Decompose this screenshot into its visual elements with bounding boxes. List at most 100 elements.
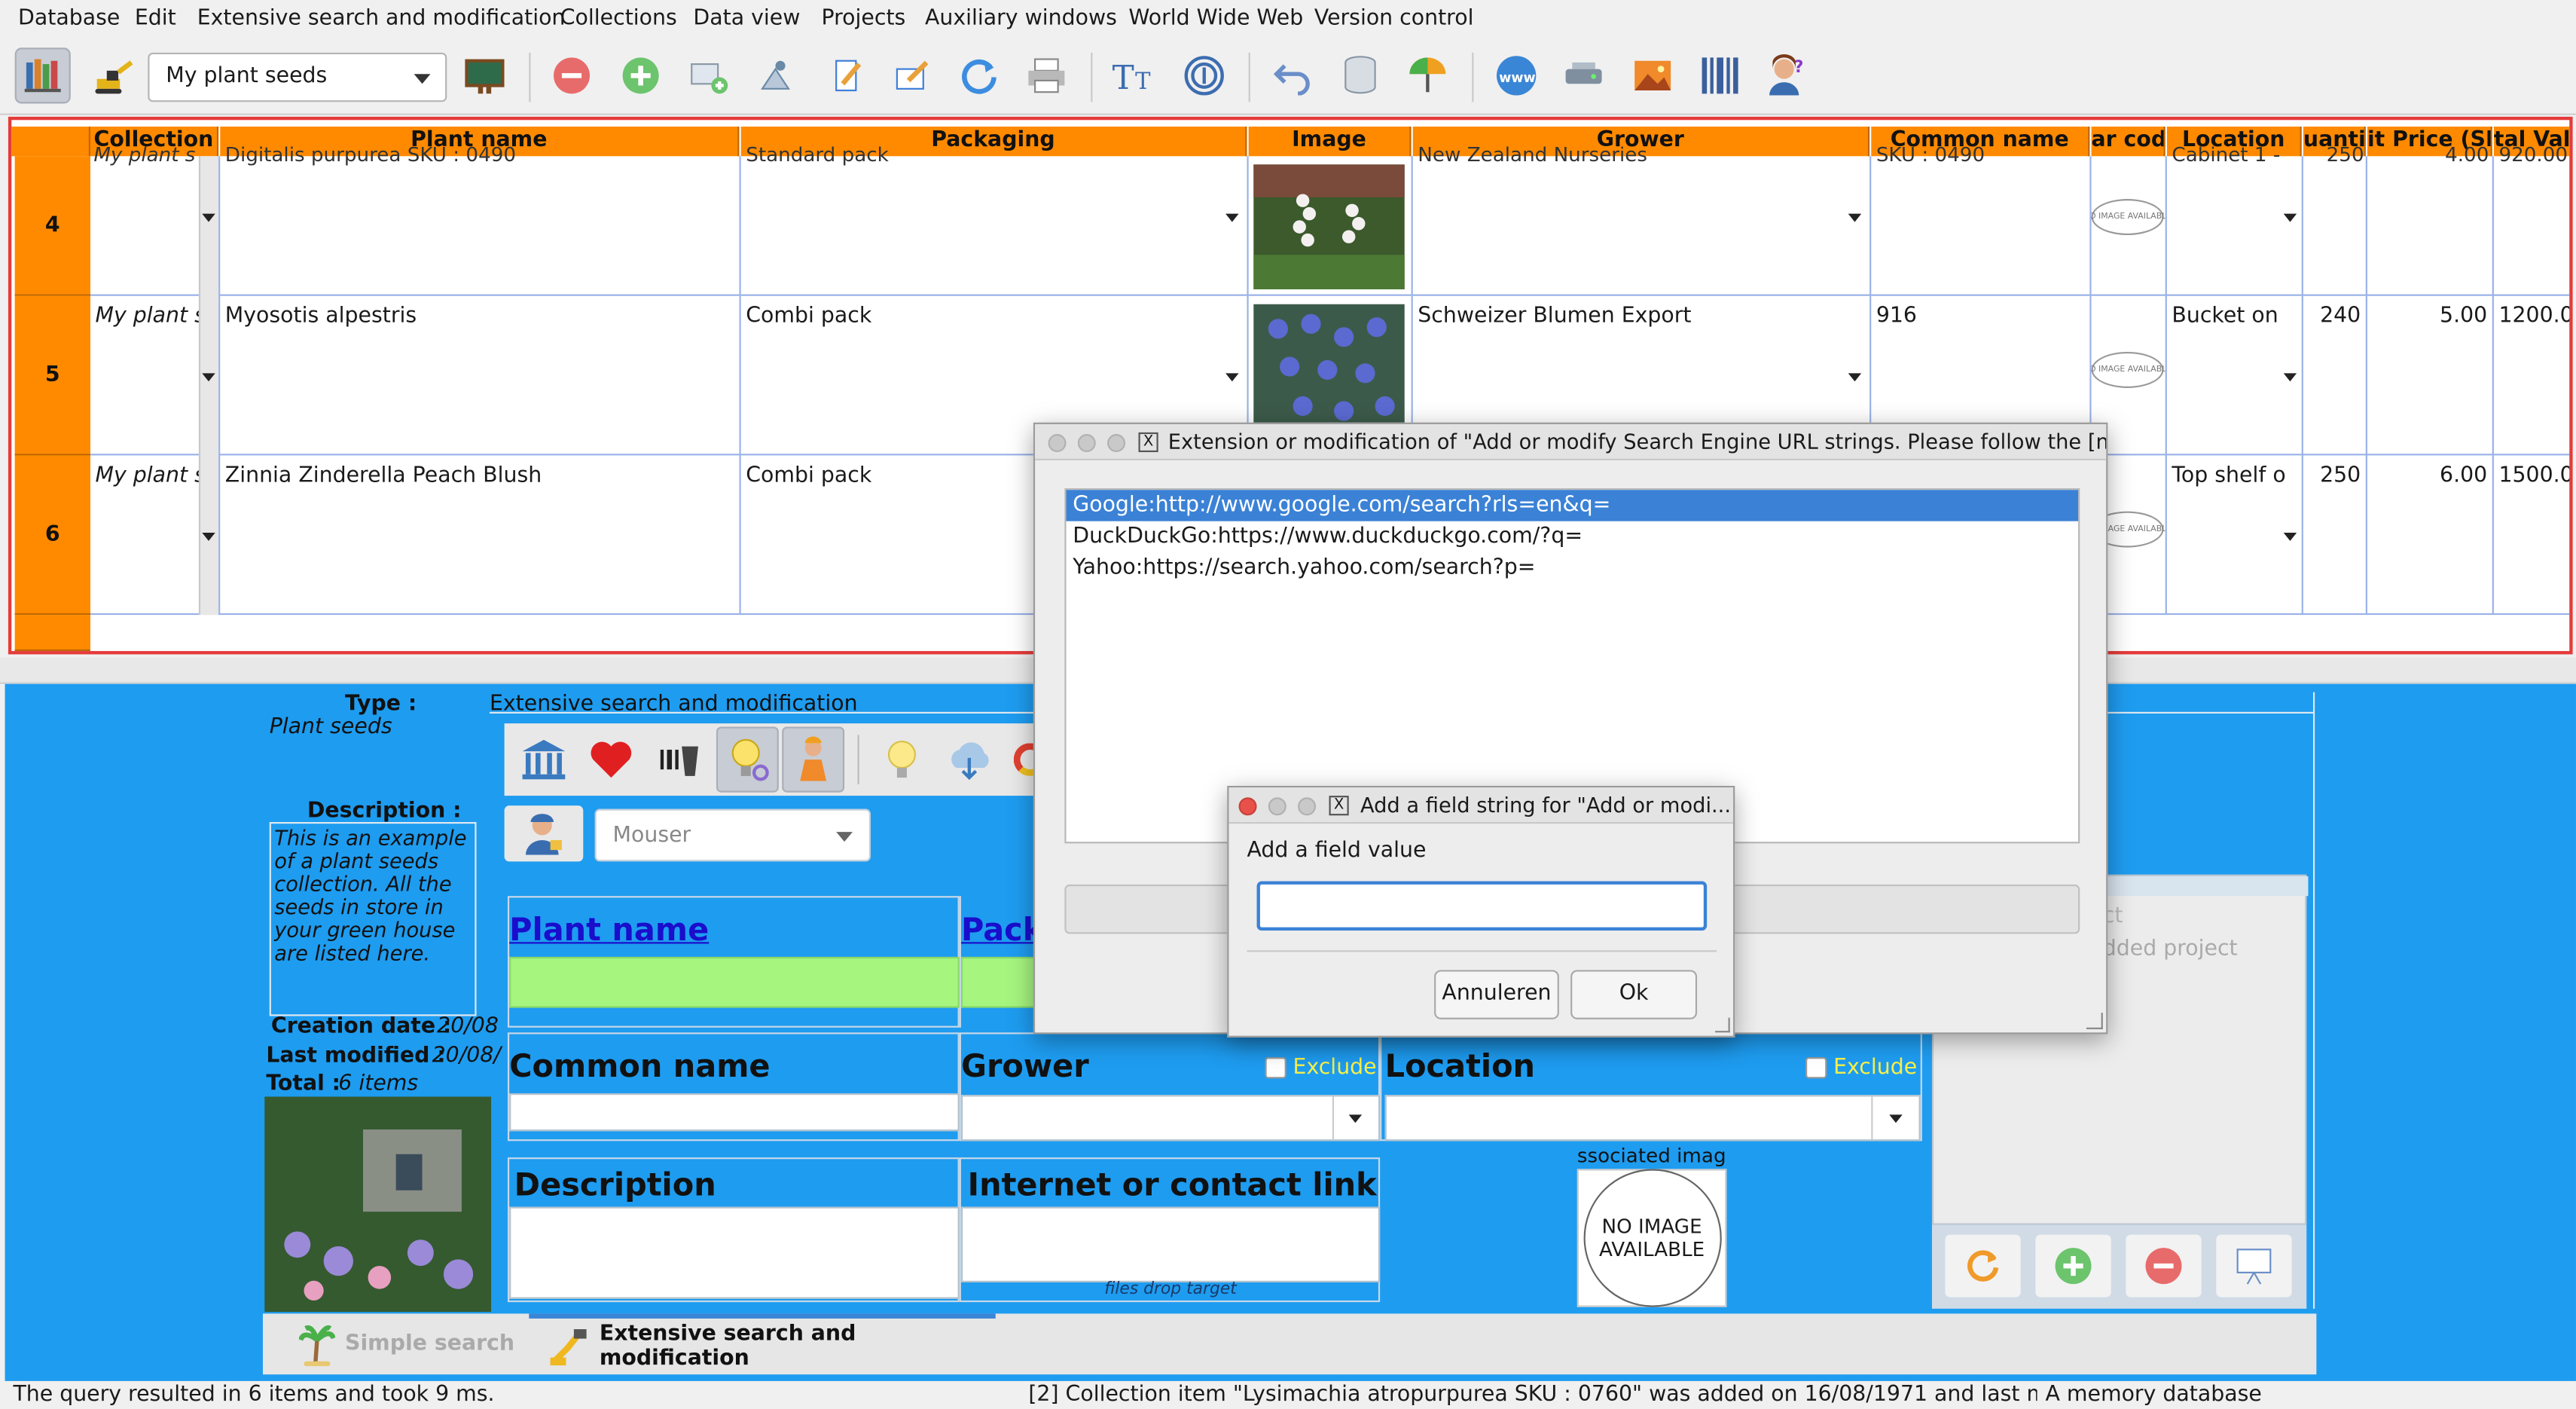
grower-search-select[interactable]	[960, 1095, 1381, 1142]
collection-cell-scrollbar[interactable]	[198, 156, 219, 616]
add-media-icon[interactable]	[680, 47, 736, 103]
menu-collections[interactable]: Collections	[560, 7, 677, 32]
barcode-scanner-icon[interactable]	[649, 730, 709, 790]
associated-image[interactable]: NO IMAGE AVAILABLE	[1576, 1169, 1727, 1307]
umbrella-icon[interactable]	[1399, 47, 1455, 103]
chevron-down-icon[interactable]	[1225, 213, 1239, 222]
internet-link-search-input[interactable]	[960, 1206, 1381, 1282]
table-row-6-plant-name[interactable]: Zinnia Zinderella Peach Blush	[220, 455, 741, 616]
edit-alt-icon[interactable]	[884, 47, 939, 103]
barcode-icon[interactable]	[1692, 47, 1748, 103]
heart-icon[interactable]	[581, 730, 641, 790]
menu-data-view[interactable]: Data view	[693, 7, 800, 32]
table-row-4-bar-code[interactable]: NO IMAGE AVAILABLE	[2091, 156, 2167, 296]
location-search-select[interactable]	[1384, 1095, 1921, 1142]
column-header-image[interactable]: Image	[1248, 127, 1412, 157]
refresh-icon[interactable]	[951, 47, 1007, 103]
museum-icon[interactable]	[514, 730, 574, 790]
lightbulb-gear-icon[interactable]	[716, 726, 779, 793]
collection-select[interactable]: My plant seeds	[148, 52, 447, 102]
chevron-down-icon[interactable]	[2283, 532, 2297, 541]
table-row-5-quantity[interactable]: 240	[2303, 295, 2367, 456]
resize-grip-icon[interactable]	[1715, 1017, 1730, 1033]
menu-world-wide-web[interactable]: World Wide Web	[1128, 7, 1303, 32]
chevron-down-icon[interactable]	[1225, 373, 1239, 382]
table-row-4-common-name[interactable]	[1871, 156, 2092, 296]
database-icon[interactable]	[1332, 47, 1388, 103]
remove-icon[interactable]	[544, 47, 600, 103]
lightbulb-icon[interactable]	[872, 730, 932, 790]
menu-edit[interactable]: Edit	[135, 7, 176, 32]
user-select[interactable]: Mouser	[594, 808, 871, 862]
column-header-bar-code[interactable]: ar cod	[2091, 127, 2165, 157]
packaging-search-input[interactable]	[960, 956, 1036, 1008]
remove-icon[interactable]	[2126, 1234, 2202, 1297]
packaging-search-label[interactable]: Pack	[961, 912, 1043, 949]
menu-version-control[interactable]: Version control	[1314, 7, 1474, 32]
grower-exclude-checkbox[interactable]: Exclude	[1265, 1056, 1377, 1080]
plant-name-search-input[interactable]	[509, 956, 960, 1008]
worker-icon[interactable]	[782, 726, 845, 793]
location-exclude-checkbox[interactable]: Exclude	[1805, 1056, 1917, 1080]
tab-extensive-search[interactable]: Extensive search and modification	[529, 1313, 996, 1374]
description-search-input[interactable]	[509, 1206, 960, 1299]
chevron-down-icon[interactable]	[1848, 373, 1862, 382]
table-row-6-price[interactable]: 6.00	[2367, 455, 2494, 616]
close-dot-icon[interactable]	[1048, 434, 1067, 453]
menu-auxiliary-windows[interactable]: Auxiliary windows	[925, 7, 1117, 32]
resize-grip-icon[interactable]	[2086, 1013, 2103, 1029]
satellite-icon[interactable]	[747, 47, 803, 103]
edit-icon[interactable]	[819, 47, 875, 103]
cancel-button[interactable]: Annuleren	[1434, 970, 1559, 1019]
field-value-input[interactable]	[1256, 881, 1708, 931]
user-icon[interactable]	[504, 805, 584, 862]
table-row-6-quantity[interactable]: 250	[2303, 455, 2367, 616]
row-header-4[interactable]: 4	[14, 156, 90, 296]
table-row-5-total[interactable]: 1200.00	[2493, 296, 2570, 456]
books-icon[interactable]	[14, 47, 71, 104]
table-row-6-total[interactable]: 1500.00	[2493, 455, 2570, 616]
maximize-dot-icon[interactable]	[1298, 797, 1317, 816]
image-icon[interactable]	[1625, 47, 1680, 103]
plant-name-search-label[interactable]: Plant name	[509, 912, 709, 949]
fingerprint-icon[interactable]	[1177, 47, 1232, 103]
print-icon[interactable]	[1018, 47, 1074, 103]
maximize-dot-icon[interactable]	[1107, 434, 1126, 453]
presentation-icon[interactable]	[2216, 1234, 2292, 1297]
tab-simple-search[interactable]: Simple search	[263, 1313, 526, 1374]
menu-database[interactable]: Database	[18, 7, 120, 32]
table-row-4-image[interactable]	[1248, 156, 1413, 296]
table-row-4-total[interactable]	[2493, 156, 2570, 296]
common-name-search-input[interactable]	[509, 1093, 960, 1132]
table-row-4-plant-name[interactable]	[220, 156, 741, 296]
row-header-6[interactable]: 6	[14, 455, 90, 616]
chevron-down-icon[interactable]	[2283, 213, 2297, 222]
table-row-4-price[interactable]	[2367, 156, 2494, 296]
chevron-down-icon[interactable]	[202, 213, 215, 222]
chevron-down-icon[interactable]	[202, 373, 215, 382]
add-icon[interactable]	[2035, 1234, 2111, 1297]
excavator-icon[interactable]	[87, 47, 143, 103]
list-item[interactable]: Yahoo:https://search.yahoo.com/search?p=	[1067, 552, 2079, 583]
cloud-download-icon[interactable]	[940, 730, 1000, 790]
menu-projects[interactable]: Projects	[822, 7, 906, 32]
chevron-down-icon[interactable]	[202, 532, 215, 541]
table-row-5-price[interactable]: 5.00	[2367, 295, 2494, 456]
table-row-4-quantity[interactable]	[2303, 156, 2367, 296]
text-size-icon[interactable]: TT	[1107, 47, 1163, 103]
table-row-4-grower[interactable]	[1412, 156, 1872, 296]
table-row-4-packaging[interactable]	[740, 156, 1249, 296]
chevron-down-icon[interactable]	[1848, 213, 1862, 222]
close-dot-icon[interactable]	[1238, 797, 1257, 816]
minimize-dot-icon[interactable]	[1268, 797, 1286, 816]
blackboard-icon[interactable]	[456, 47, 512, 103]
row-header-5[interactable]: 5	[14, 295, 90, 456]
add-icon[interactable]	[613, 47, 669, 103]
chevron-down-icon[interactable]	[2283, 373, 2297, 382]
files-drop-target[interactable]: files drop target	[961, 1281, 1380, 1299]
refresh-icon[interactable]	[1945, 1234, 2021, 1297]
list-item[interactable]: DuckDuckGo:https://www.duckduckgo.com/?q…	[1067, 521, 2079, 552]
www-icon[interactable]: www	[1488, 47, 1544, 103]
ok-button[interactable]: Ok	[1570, 970, 1698, 1019]
undo-icon[interactable]	[1265, 47, 1320, 103]
